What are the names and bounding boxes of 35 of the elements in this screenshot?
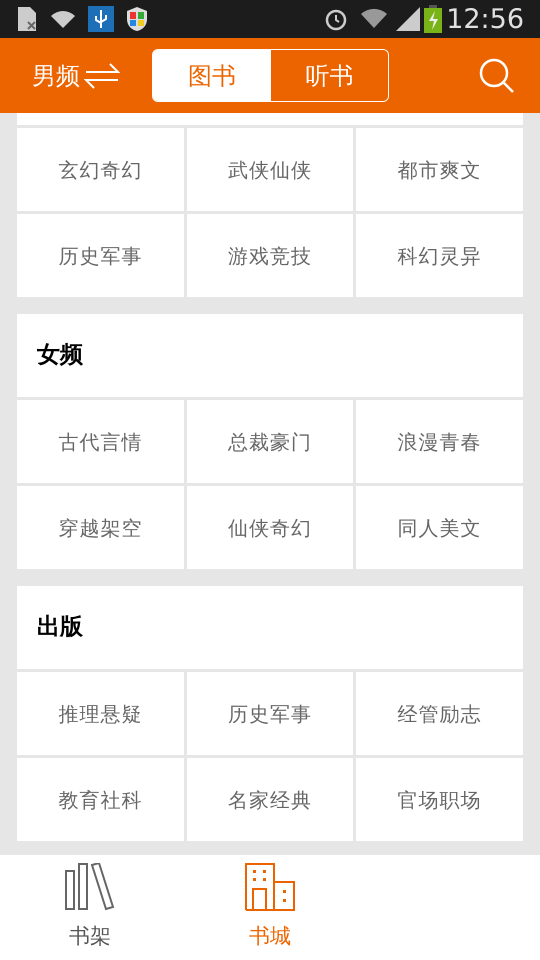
search-icon[interactable] [478,56,516,94]
category-item[interactable]: 推理悬疑 [17,672,184,755]
category-item[interactable]: 官场职场 [356,758,523,841]
category-item[interactable]: 科幻灵异 [356,214,523,297]
category-item[interactable]: 游戏竞技 [186,214,354,297]
category-item[interactable]: 穿越架空 [17,486,184,569]
category-item[interactable]: 名家经典 [186,758,354,841]
category-item[interactable]: 武侠仙侠 [186,128,354,211]
building-icon [245,863,295,911]
nav-tab[interactable]: 书架 [0,855,180,960]
category-item[interactable]: 古代言情 [17,400,184,483]
category-item[interactable]: 历史军事 [17,214,184,297]
swap-icon[interactable] [84,62,120,90]
shield-icon [126,6,148,32]
category-item[interactable]: 总裁豪门 [186,400,354,483]
section-title: 女频 [37,341,83,370]
section-title: 出版 [37,613,83,642]
category-item[interactable]: 玄幻奇幻 [17,128,184,211]
tab[interactable]: 图书 [153,50,270,101]
wifi-icon [50,9,76,29]
category-item[interactable]: 历史军事 [186,672,354,755]
sim-card-icon [16,6,38,32]
usb-icon [88,6,114,32]
signal-icon [396,7,420,31]
channel-label[interactable]: 男频 [32,58,80,94]
category-item[interactable]: 经管励志 [356,672,523,755]
battery-icon [424,5,442,33]
category-item[interactable]: 都市爽文 [356,128,523,211]
category-item[interactable]: 浪漫青春 [356,400,523,483]
nav-tab[interactable]: 书城 [180,855,360,960]
books-icon [65,863,115,911]
category-item[interactable]: 同人美文 [356,486,523,569]
category-item[interactable]: 教育社科 [17,758,184,841]
clock-time: 12:56 [446,6,524,32]
category-item[interactable]: 仙侠奇幻 [186,486,354,569]
